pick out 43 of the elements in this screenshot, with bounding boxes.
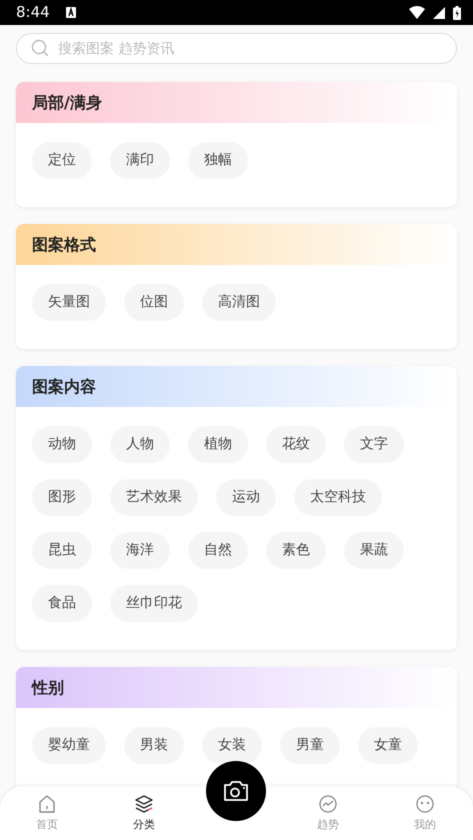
tag-chip[interactable]: 昆虫: [32, 532, 92, 569]
tag-chip[interactable]: 女装: [202, 727, 262, 764]
tag-chip[interactable]: 婴幼童: [32, 727, 106, 764]
tag-chip[interactable]: 自然: [188, 532, 248, 569]
tag-chip[interactable]: 素色: [266, 532, 326, 569]
tag-chip[interactable]: 男装: [124, 727, 184, 764]
tag-chip[interactable]: 运动: [216, 479, 276, 516]
home-icon: [37, 794, 57, 814]
tag-chip[interactable]: 矢量图: [32, 284, 106, 321]
tag-chip[interactable]: 文字: [344, 426, 404, 463]
tag-chip[interactable]: 食品: [32, 585, 92, 622]
category-title: 图案格式: [32, 234, 96, 256]
tag-chip[interactable]: 位图: [124, 284, 184, 321]
tag-chip[interactable]: 果蔬: [344, 532, 404, 569]
tag-chip[interactable]: 海洋: [110, 532, 170, 569]
tag-chip[interactable]: 丝巾印花: [110, 585, 198, 622]
tag-chip[interactable]: 男童: [280, 727, 340, 764]
category-title: 图案内容: [32, 376, 96, 398]
trend-icon: [318, 794, 338, 814]
tag-chip[interactable]: 女童: [358, 727, 418, 764]
tag-chip[interactable]: 太空科技: [294, 479, 382, 516]
category-title: 性别: [32, 676, 64, 698]
tag-chip[interactable]: 独幅: [188, 142, 248, 179]
camera-icon: [223, 780, 249, 802]
layers-icon: [134, 794, 154, 814]
tag-chip[interactable]: 定位: [32, 142, 92, 179]
notification-icon: [66, 7, 76, 18]
signal-icon: [433, 6, 445, 18]
nav-tab[interactable]: 分类: [114, 794, 174, 834]
category-title: 局部/满身: [32, 92, 102, 114]
tag-chip[interactable]: 高清图: [202, 284, 276, 321]
tag-chip[interactable]: 图形: [32, 479, 92, 516]
tag-chip[interactable]: 花纹: [266, 426, 326, 463]
battery-icon: [453, 6, 461, 20]
tag-chip[interactable]: 满印: [110, 142, 170, 179]
wifi-icon: [409, 6, 425, 19]
smiley-icon: [415, 794, 435, 814]
search-field[interactable]: 搜索图案 趋势资讯: [16, 33, 457, 64]
tag-chip[interactable]: 人物: [110, 426, 170, 463]
tag-chip[interactable]: 艺术效果: [110, 479, 198, 516]
tag-chip[interactable]: 植物: [188, 426, 248, 463]
status-time: 8:44: [16, 2, 50, 24]
tag-chip[interactable]: 动物: [32, 426, 92, 463]
